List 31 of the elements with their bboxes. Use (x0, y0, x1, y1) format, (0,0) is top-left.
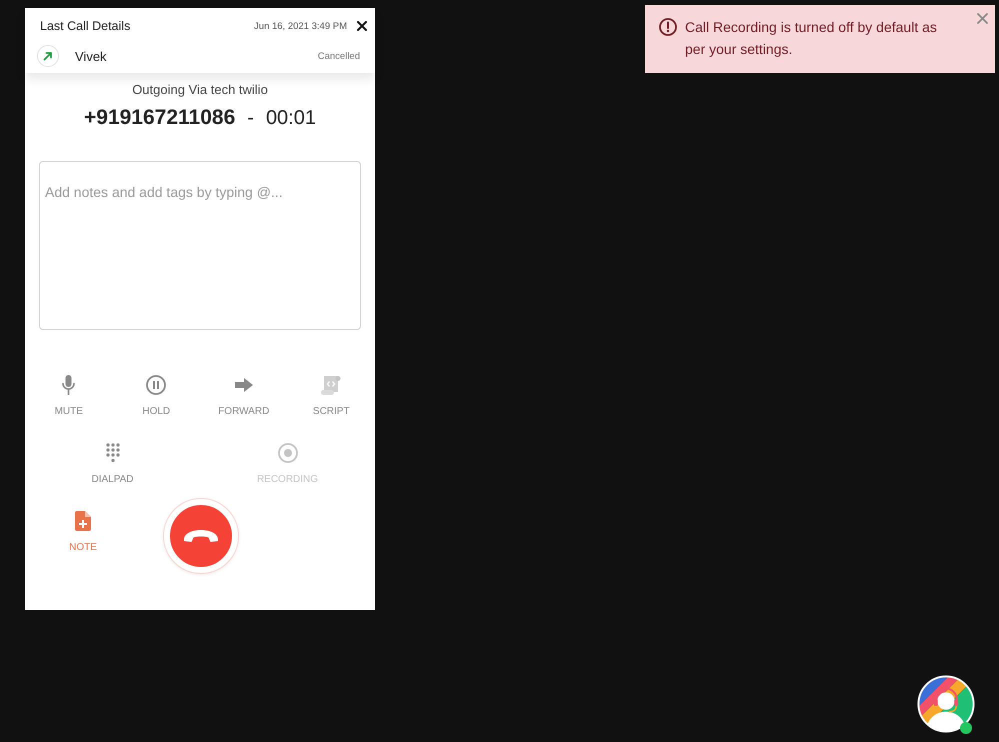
toast-message: Call Recording is turned off by default as per your settings. (685, 18, 938, 59)
record-icon (278, 443, 298, 463)
toast-close-button[interactable] (977, 13, 988, 24)
arrow-right-icon (234, 378, 253, 392)
note-button[interactable]: NOTE (69, 510, 97, 555)
contact-name: Vivek (75, 48, 108, 64)
close-button[interactable] (357, 21, 367, 31)
close-icon (357, 21, 367, 31)
call-status: Cancelled (318, 50, 360, 62)
close-icon (977, 13, 988, 24)
call-route: Outgoing Via tech twilio (131, 81, 269, 99)
support-agent-icon[interactable] (917, 675, 975, 733)
script-button[interactable]: SCRIPT (312, 374, 350, 419)
call-date: Jun 16, 2021 3:49 PM (254, 20, 347, 32)
call-duration: 00:01 (266, 106, 316, 131)
call-details-title: Last Call Details (40, 19, 132, 33)
forward-button[interactable]: FORWARD (218, 374, 270, 419)
note-add-icon (75, 511, 91, 531)
arrow-up-right-icon (37, 45, 59, 67)
pause-icon (146, 375, 166, 395)
dialpad-icon (106, 443, 120, 463)
mic-icon (62, 375, 76, 395)
phone-number: +919167211086 (84, 105, 236, 131)
phone-hangup-icon (183, 529, 219, 543)
scroll-icon (320, 374, 342, 396)
notes-field[interactable]: Add notes and add tags by typing @... (39, 161, 361, 330)
alert-icon (659, 18, 677, 36)
mute-button[interactable]: MUTE (54, 374, 83, 419)
hold-button[interactable]: HOLD (142, 374, 170, 419)
dialpad-button[interactable]: DIALPAD (91, 442, 134, 487)
separator-text: - (247, 106, 254, 131)
